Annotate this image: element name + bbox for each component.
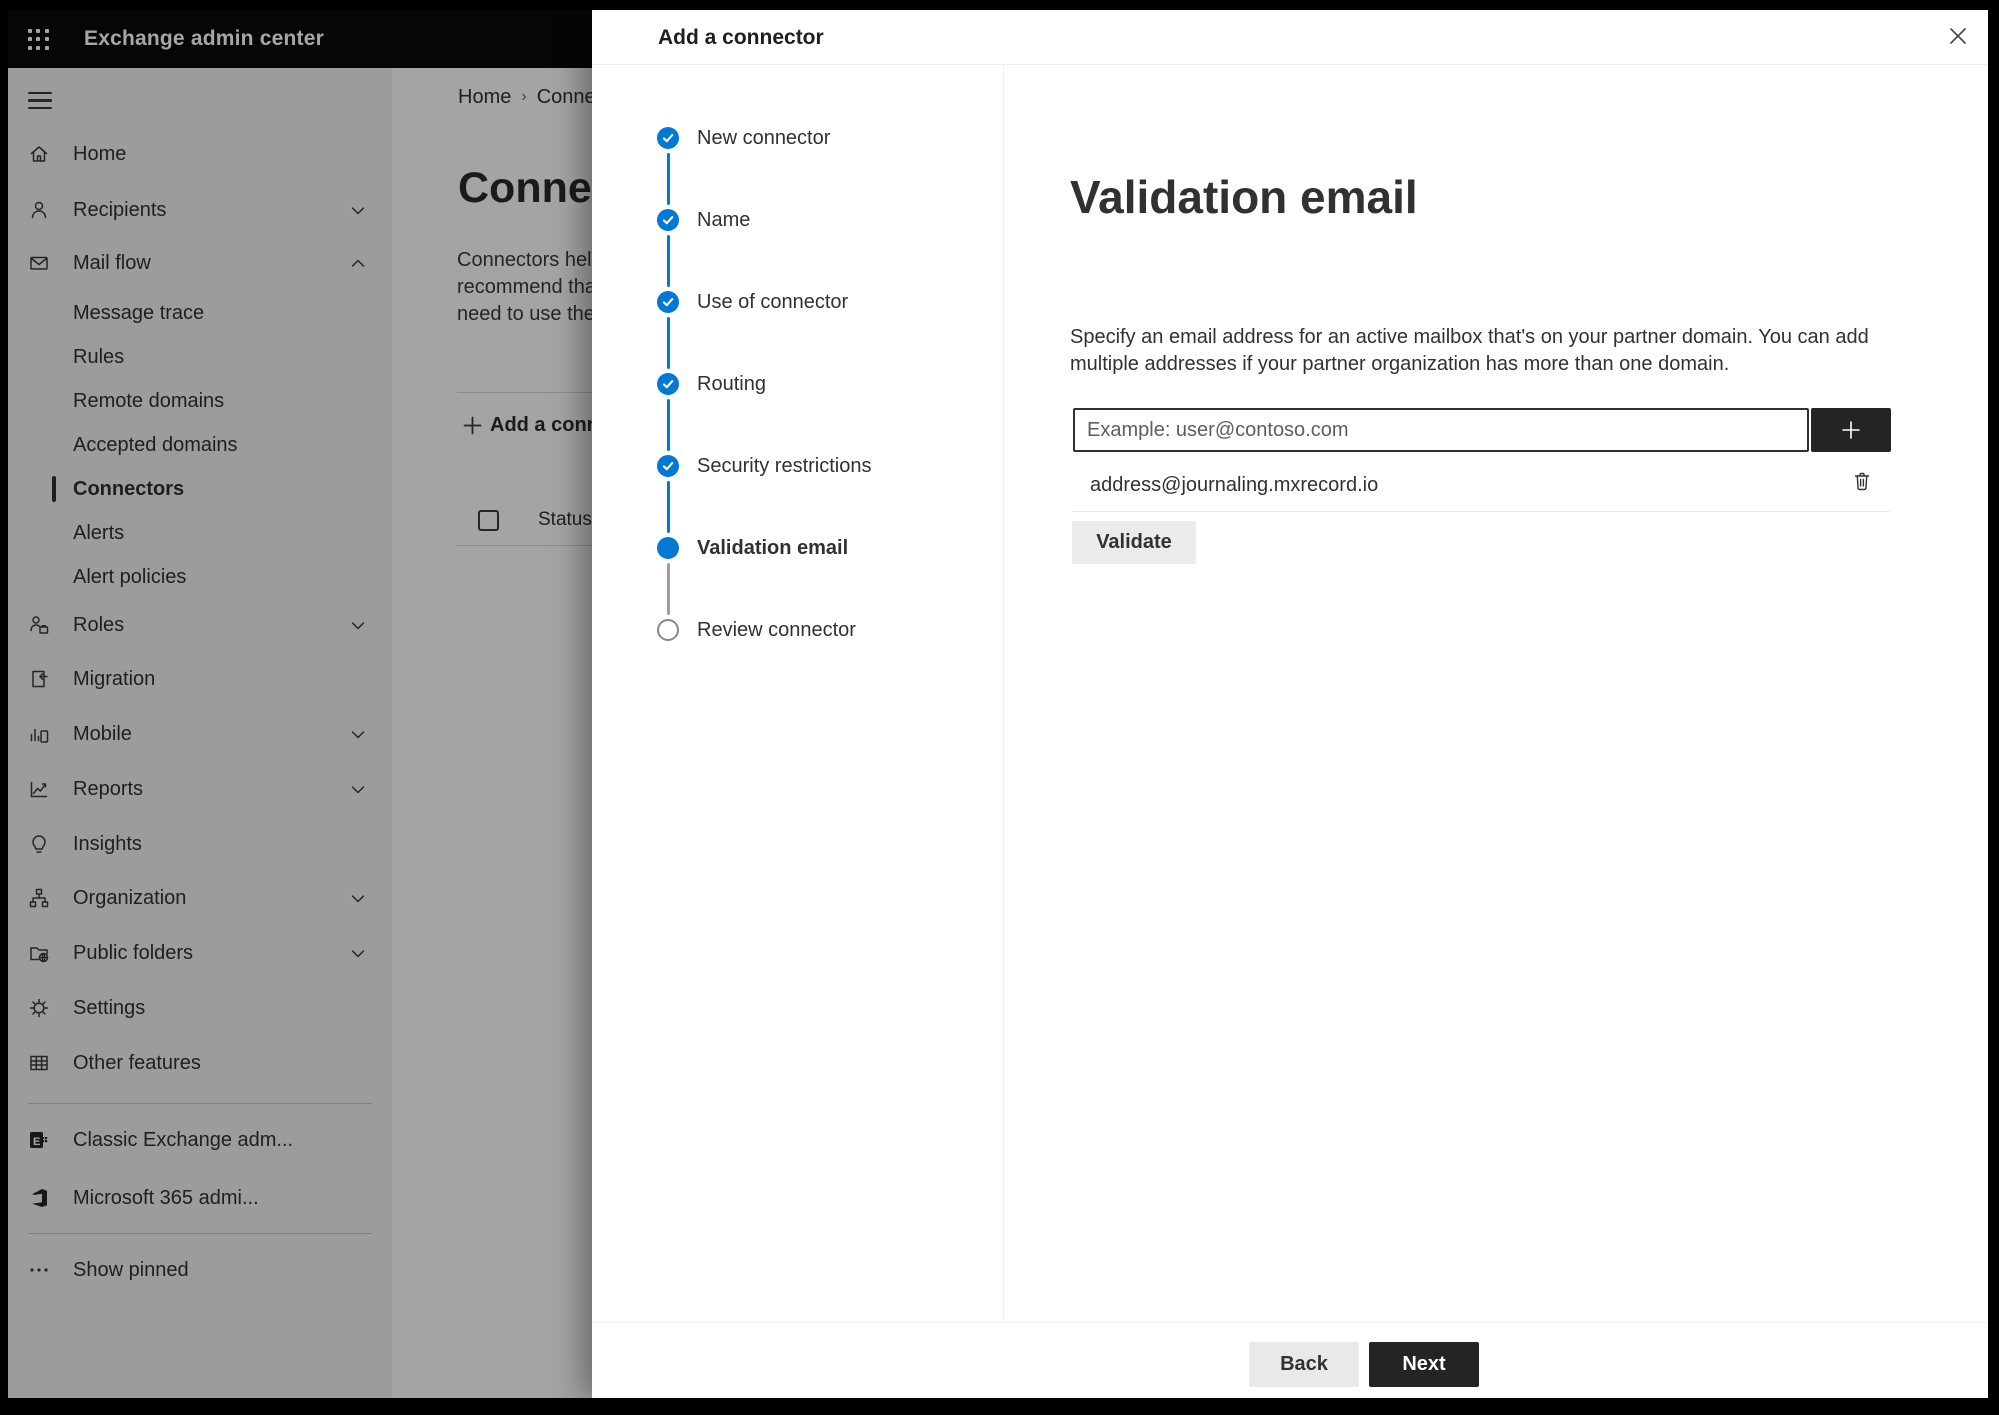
step-label: Validation email bbox=[697, 536, 849, 559]
step-page-description: Specify an email address for an active m… bbox=[1070, 326, 1869, 375]
panel-header: Add a connector bbox=[592, 10, 1988, 65]
validate-button[interactable]: Validate bbox=[1072, 521, 1196, 564]
step-label: Use of connector bbox=[697, 290, 849, 313]
add-email-button[interactable] bbox=[1811, 408, 1891, 452]
step-completed-check-icon bbox=[657, 455, 679, 477]
panel-title: Add a connector bbox=[658, 26, 824, 49]
trash-icon bbox=[1854, 472, 1870, 491]
step-new-connector[interactable]: New connector bbox=[592, 116, 1002, 160]
step-label: Name bbox=[697, 208, 751, 231]
step-completed-check-icon bbox=[657, 373, 679, 395]
step-completed-check-icon bbox=[657, 127, 679, 149]
delete-address-button[interactable] bbox=[1845, 464, 1879, 498]
plus-icon bbox=[1842, 421, 1860, 439]
step-completed-check-icon bbox=[657, 291, 679, 313]
back-button[interactable]: Back bbox=[1249, 1342, 1359, 1387]
step-page-title: Validation email bbox=[1070, 171, 1418, 223]
step-upcoming-circle bbox=[657, 619, 679, 641]
step-label: Review connector bbox=[697, 618, 856, 641]
step-name[interactable]: Name bbox=[592, 198, 1002, 242]
step-use-of-connector[interactable]: Use of connector bbox=[592, 280, 1002, 324]
step-completed-check-icon bbox=[657, 209, 679, 231]
next-button[interactable]: Next bbox=[1369, 1342, 1479, 1387]
stepper-content-divider bbox=[1003, 65, 1004, 1322]
step-security-restrictions[interactable]: Security restrictions bbox=[592, 444, 1002, 488]
screenshot-frame: Exchange admin center Home Recipients Ma… bbox=[0, 0, 1999, 1415]
added-address-item: address@journaling.mxrecord.io bbox=[1090, 474, 1379, 496]
close-icon bbox=[1950, 28, 1966, 44]
email-address-input[interactable] bbox=[1073, 408, 1809, 452]
step-routing[interactable]: Routing bbox=[592, 362, 1002, 406]
step-review-connector[interactable]: Review connector bbox=[592, 608, 1002, 652]
close-button[interactable] bbox=[1938, 16, 1978, 56]
step-label: Security restrictions bbox=[697, 454, 872, 477]
footer-divider bbox=[592, 1322, 1988, 1323]
address-row-divider bbox=[1072, 511, 1891, 512]
step-current-circle bbox=[657, 537, 679, 559]
add-connector-panel: Add a connector New connector Name Use o… bbox=[592, 10, 1988, 1398]
step-validation-email[interactable]: Validation email bbox=[592, 526, 1002, 570]
step-label: New connector bbox=[697, 126, 831, 149]
step-label: Routing bbox=[697, 372, 766, 395]
